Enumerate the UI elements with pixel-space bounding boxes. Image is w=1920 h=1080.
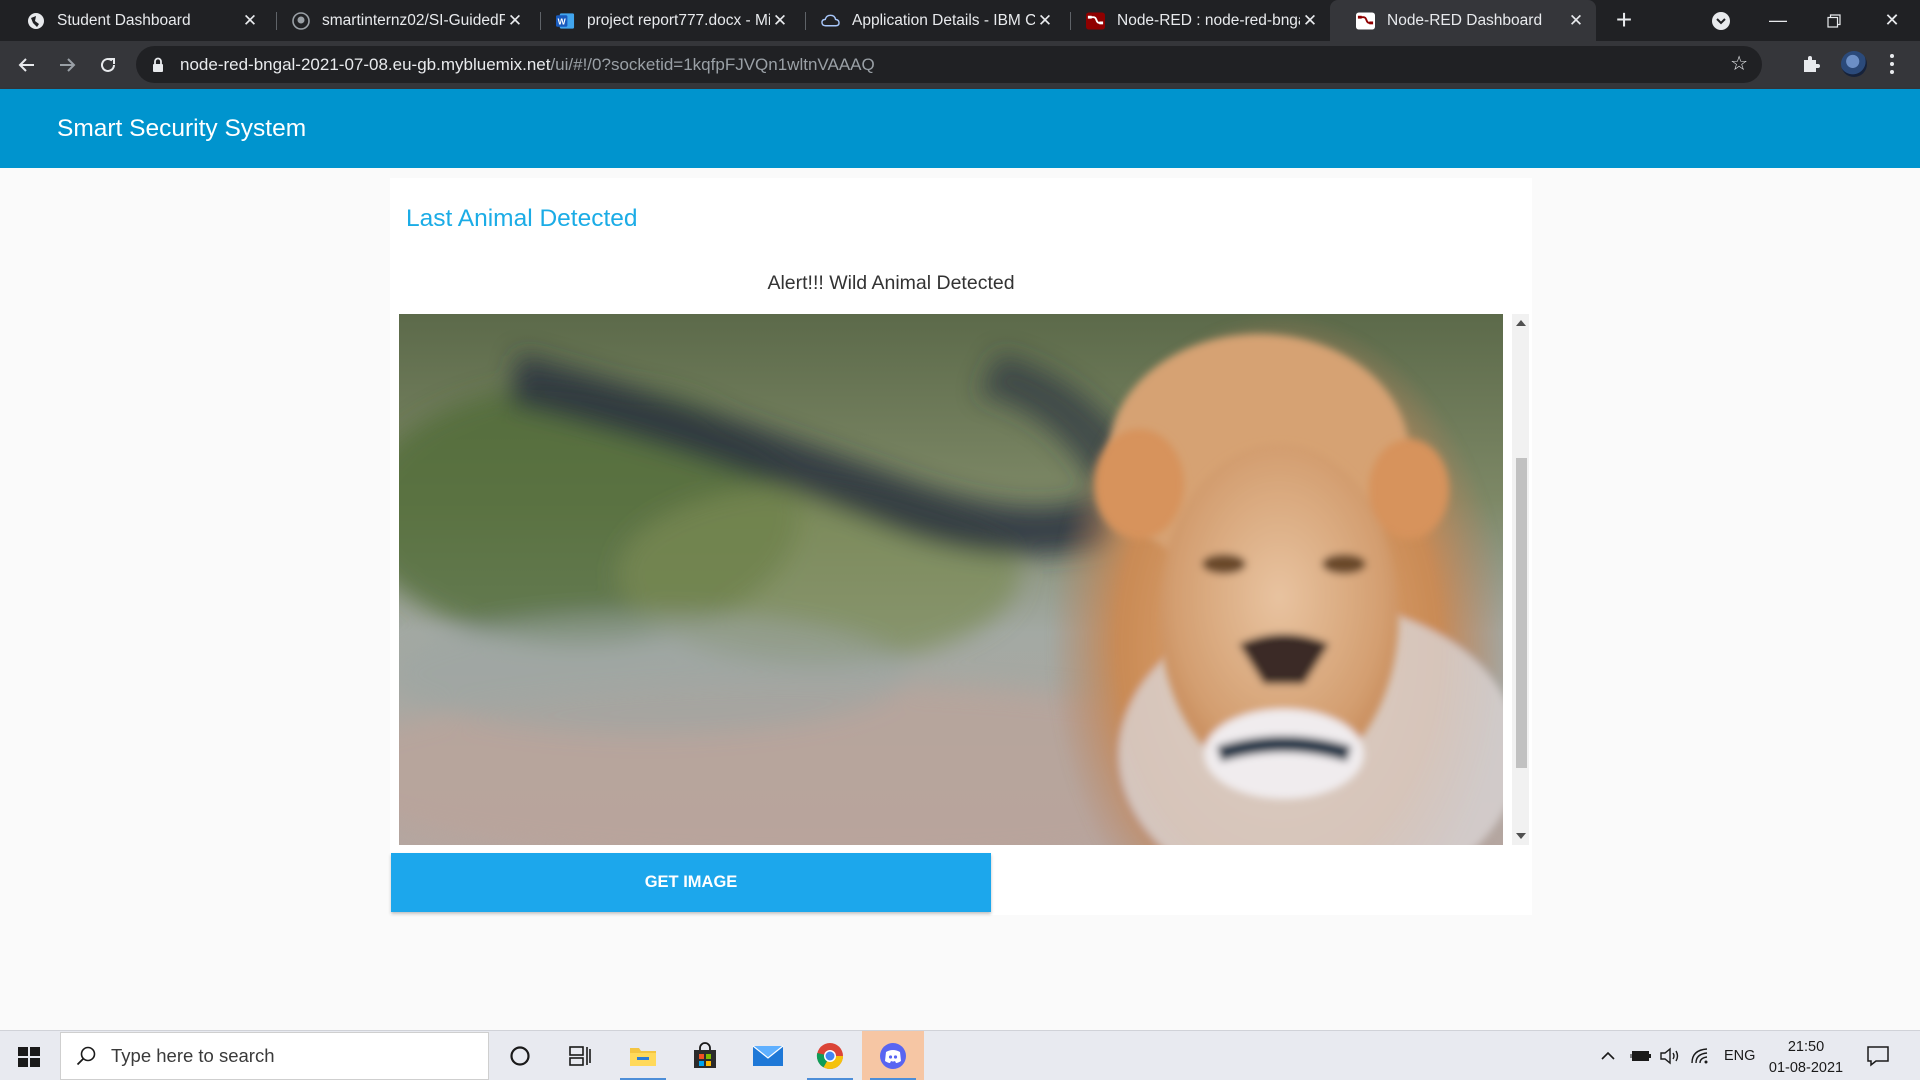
globe-icon <box>26 11 45 30</box>
chevron-up-icon <box>1601 1051 1615 1060</box>
chevron-down-icon <box>1712 12 1730 30</box>
browser-menu-icon[interactable] <box>1890 50 1896 78</box>
image-scrollbar[interactable] <box>1512 314 1529 845</box>
windows-start-icon[interactable] <box>18 1047 40 1067</box>
dashboard-title: Smart Security System <box>57 115 307 142</box>
taskbar-search-box[interactable]: Type here to search <box>60 1032 489 1080</box>
restore-icon <box>1827 13 1841 28</box>
reload-button[interactable] <box>94 51 122 79</box>
bookmark-star-icon[interactable]: ☆ <box>1730 54 1748 74</box>
forward-button[interactable] <box>53 51 81 79</box>
close-icon[interactable]: ✕ <box>1566 11 1586 31</box>
discord-icon[interactable] <box>862 1031 924 1080</box>
address-bar[interactable]: node-red-bngal-2021-07-08.eu-gb.mybluemi… <box>136 46 1762 83</box>
svg-text:W: W <box>558 16 567 26</box>
close-window-button[interactable]: ✕ <box>1864 0 1920 41</box>
close-icon[interactable]: ✕ <box>1035 11 1055 31</box>
tab-title: Node-RED Dashboard <box>1387 11 1543 29</box>
notifications-icon[interactable] <box>1866 1031 1890 1080</box>
tab-node-red-editor[interactable]: Node-RED : node-red-bnga ✕ <box>1060 0 1330 41</box>
url-path: /ui/#!/0?socketid=1kqfpFJVQn1wltnVAAAQ <box>550 54 875 74</box>
url-host: node-red-bngal-2021-07-08.eu-gb.mybluemi… <box>180 54 551 74</box>
dashboard-header: Smart Security System <box>0 89 1920 168</box>
tab-title: Student Dashboard <box>57 11 191 29</box>
input-language-indicator[interactable]: ENG <box>1724 1031 1755 1080</box>
volume-icon[interactable] <box>1659 1031 1681 1080</box>
tab-ibm-cloud[interactable]: Application Details - IBM Cl ✕ <box>795 0 1065 41</box>
clock-time: 21:50 <box>1787 1039 1825 1055</box>
back-button[interactable] <box>13 51 41 79</box>
arrow-left-icon <box>18 58 34 72</box>
new-tab-button[interactable]: + <box>1610 6 1638 34</box>
reload-icon <box>101 57 115 72</box>
mail-icon[interactable] <box>737 1031 799 1080</box>
minimize-button[interactable]: — <box>1750 0 1806 41</box>
ibm-cloud-icon <box>821 11 840 30</box>
arrow-right-icon <box>60 58 76 72</box>
tab-title: project report777.docx - Mi <box>587 11 770 29</box>
clock-date: 01-08-2021 <box>1768 1060 1844 1076</box>
node-red-icon <box>1356 11 1375 30</box>
url-text: node-red-bngal-2021-07-08.eu-gb.mybluemi… <box>180 55 875 75</box>
lock-icon <box>152 56 166 74</box>
tab-title: Node-RED : node-red-bnga <box>1117 11 1300 29</box>
lion-image <box>399 314 1503 845</box>
close-icon[interactable]: ✕ <box>240 11 260 31</box>
store-icon[interactable] <box>674 1031 736 1080</box>
cortana-icon[interactable] <box>489 1031 551 1080</box>
github-icon <box>291 11 310 30</box>
tab-search-button[interactable] <box>1708 8 1734 34</box>
scroll-up-arrow-icon[interactable] <box>1516 320 1526 326</box>
show-hidden-icons-button[interactable] <box>1600 1031 1616 1080</box>
alert-text: Alert!!! Wild Animal Detected <box>767 272 1015 294</box>
battery-icon[interactable] <box>1630 1031 1652 1080</box>
taskbar-clock[interactable]: 21:50 01-08-2021 <box>1762 1037 1850 1079</box>
browser-toolbar: node-red-bngal-2021-07-08.eu-gb.mybluemi… <box>0 41 1920 89</box>
dashboard-content: Last Animal Detected Alert!!! Wild Anima… <box>0 168 1920 1030</box>
chrome-icon[interactable] <box>799 1031 861 1080</box>
file-explorer-icon[interactable] <box>612 1031 674 1080</box>
extensions-puzzle-icon[interactable] <box>1800 51 1824 75</box>
browser-tab-strip: Student Dashboard ✕ smartinternz02/SI-Gu… <box>0 0 1920 41</box>
tab-title: Application Details - IBM Cl <box>852 11 1035 29</box>
task-view-icon[interactable] <box>549 1031 611 1080</box>
restore-button[interactable] <box>1806 0 1862 41</box>
profile-avatar[interactable] <box>1841 51 1867 77</box>
close-icon[interactable]: ✕ <box>1300 11 1320 31</box>
tab-title: smartinternz02/SI-GuidedPr <box>322 11 505 29</box>
tab-node-red-dashboard[interactable]: Node-RED Dashboard ✕ <box>1330 0 1596 41</box>
get-image-button[interactable]: GET IMAGE <box>391 853 991 912</box>
search-icon <box>76 1046 96 1066</box>
wifi-icon[interactable] <box>1690 1031 1710 1080</box>
close-icon[interactable]: ✕ <box>505 11 525 31</box>
close-icon[interactable]: ✕ <box>770 11 790 31</box>
dashboard-group-card: Last Animal Detected Alert!!! Wild Anima… <box>390 178 1532 915</box>
tab-student-dashboard[interactable]: Student Dashboard ✕ <box>0 0 270 41</box>
tab-word-document[interactable]: W project report777.docx - Mi ✕ <box>530 0 800 41</box>
scroll-down-arrow-icon[interactable] <box>1516 833 1526 839</box>
tab-github[interactable]: smartinternz02/SI-GuidedPr ✕ <box>265 0 535 41</box>
search-placeholder: Type here to search <box>111 1045 275 1066</box>
node-red-icon <box>1086 11 1105 30</box>
scrollbar-thumb[interactable] <box>1516 458 1527 768</box>
word-icon: W <box>556 11 575 30</box>
group-title: Last Animal Detected <box>406 205 638 232</box>
windows-taskbar: Type here to search ENG 21:50 01-08-2021 <box>0 1030 1920 1080</box>
detected-animal-image <box>399 314 1503 845</box>
